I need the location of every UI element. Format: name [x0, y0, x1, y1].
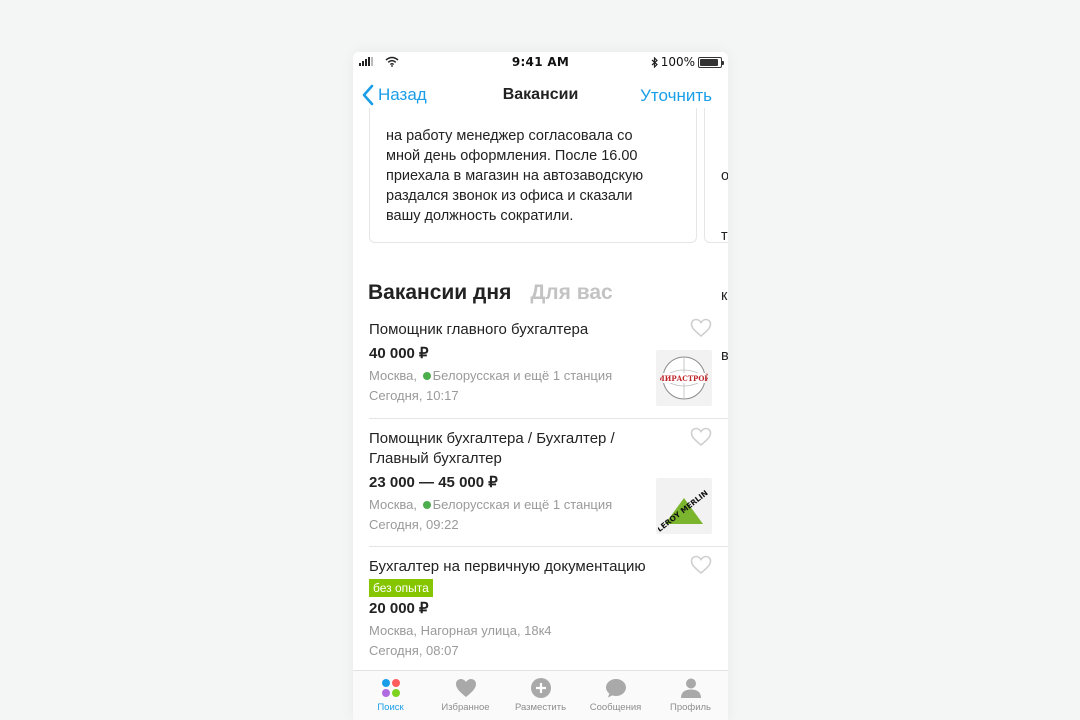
- chat-bubble-icon: [605, 679, 626, 698]
- review-card[interactable]: на работу менеджер согласовала со мной д…: [369, 108, 697, 243]
- review-text-fragment: о т к в: [721, 168, 728, 364]
- vacancy-item[interactable]: Помощник главного бухгалтера 40 000 ₽ Мо…: [369, 318, 712, 406]
- vacancy-item[interactable]: Бухгалтер на первичную документацию без …: [369, 555, 712, 661]
- metro-dot-icon: [422, 372, 431, 380]
- battery-percent: 100%: [660, 55, 695, 69]
- search-dots-icon: [381, 679, 400, 697]
- svg-text:МИРАСТРОЙ: МИРАСТРОЙ: [660, 373, 708, 383]
- plus-circle-icon: [530, 678, 551, 698]
- vacancy-title: Бухгалтер на первичную документацию: [369, 558, 646, 575]
- review-card-next[interactable]: о т к в: [704, 108, 728, 364]
- svg-text:LEROY MERLIN: LEROY MERLIN: [658, 488, 710, 532]
- vacancy-item[interactable]: Помощник бухгалтера / Бухгалтер / Главны…: [369, 427, 712, 535]
- tab-profile[interactable]: Профиль: [653, 671, 728, 720]
- vacancy-address: Москва, Нагорная улица, 18к4: [369, 623, 552, 638]
- review-line: приехала в магазин на автозаводскую: [386, 168, 644, 184]
- back-button[interactable]: Назад: [361, 84, 427, 106]
- no-experience-badge: без опыта: [369, 579, 433, 597]
- status-right: 100%: [651, 55, 724, 69]
- status-bar: 9:41 AM 100%: [353, 52, 728, 72]
- phone-screen: 9:41 AM 100% Назад Вакансии Уточнить на …: [353, 52, 728, 720]
- chevron-left-icon: [362, 84, 374, 106]
- tab-post[interactable]: Разместить: [503, 671, 578, 720]
- vacancy-salary: 20 000 ₽: [369, 600, 429, 617]
- review-line: мной день оформления. После 16.00: [386, 148, 638, 164]
- back-label: Назад: [378, 85, 427, 104]
- tab-messages[interactable]: Сообщения: [578, 671, 653, 720]
- bottom-tab-bar: Поиск Избранное Разместить Сообщения Про…: [353, 670, 728, 720]
- favorite-heart-icon[interactable]: [690, 427, 712, 447]
- vacancy-title: Помощник главного бухгалтера: [369, 321, 589, 338]
- list-divider: [369, 418, 728, 419]
- review-line: раздался звонок из офиса и сказали: [386, 188, 633, 204]
- refine-button[interactable]: Уточнить: [640, 86, 712, 106]
- company-logo: МИРАСТРОЙ: [656, 350, 712, 406]
- tab-label: Разместить: [514, 702, 567, 713]
- tab-search[interactable]: Поиск: [353, 671, 428, 720]
- tab-label: Профиль: [669, 702, 711, 713]
- list-divider: [369, 546, 728, 547]
- person-icon: [680, 678, 701, 698]
- company-logo: LEROY MERLIN: [656, 478, 712, 534]
- tab-favorites[interactable]: Избранное: [428, 671, 503, 720]
- vacancy-date: Сегодня, 08:07: [369, 643, 459, 658]
- vacancy-title: Помощник бухгалтера / Бухгалтер / Главны…: [369, 430, 615, 467]
- heart-icon: [455, 679, 476, 697]
- battery-icon: [698, 56, 724, 68]
- leroy-merlin-logo-icon: LEROY MERLIN: [658, 488, 710, 532]
- section-tabs: Вакансии дня Для вас: [368, 281, 613, 305]
- tab-for-you[interactable]: Для вас: [530, 281, 612, 305]
- review-line: вашу должность сократили.: [386, 208, 574, 224]
- metro-dot-icon: [422, 501, 431, 509]
- favorite-heart-icon[interactable]: [690, 318, 712, 338]
- metro-station: Белорусская и ещё 1 станция: [432, 497, 613, 512]
- tab-vacancies-of-day[interactable]: Вакансии дня: [368, 281, 511, 305]
- review-text: на работу менеджер согласовала со мной д…: [386, 126, 686, 226]
- tab-label: Избранное: [441, 702, 490, 713]
- favorite-heart-icon[interactable]: [690, 555, 712, 575]
- tab-label: Поиск: [377, 702, 404, 713]
- bluetooth-icon: [651, 56, 658, 68]
- review-line: на работу менеджер согласовала со: [386, 128, 633, 144]
- metro-station: Белорусская и ещё 1 станция: [432, 368, 613, 383]
- tab-label: Сообщения: [589, 702, 642, 713]
- mirastroy-logo-icon: МИРАСТРОЙ: [660, 356, 708, 400]
